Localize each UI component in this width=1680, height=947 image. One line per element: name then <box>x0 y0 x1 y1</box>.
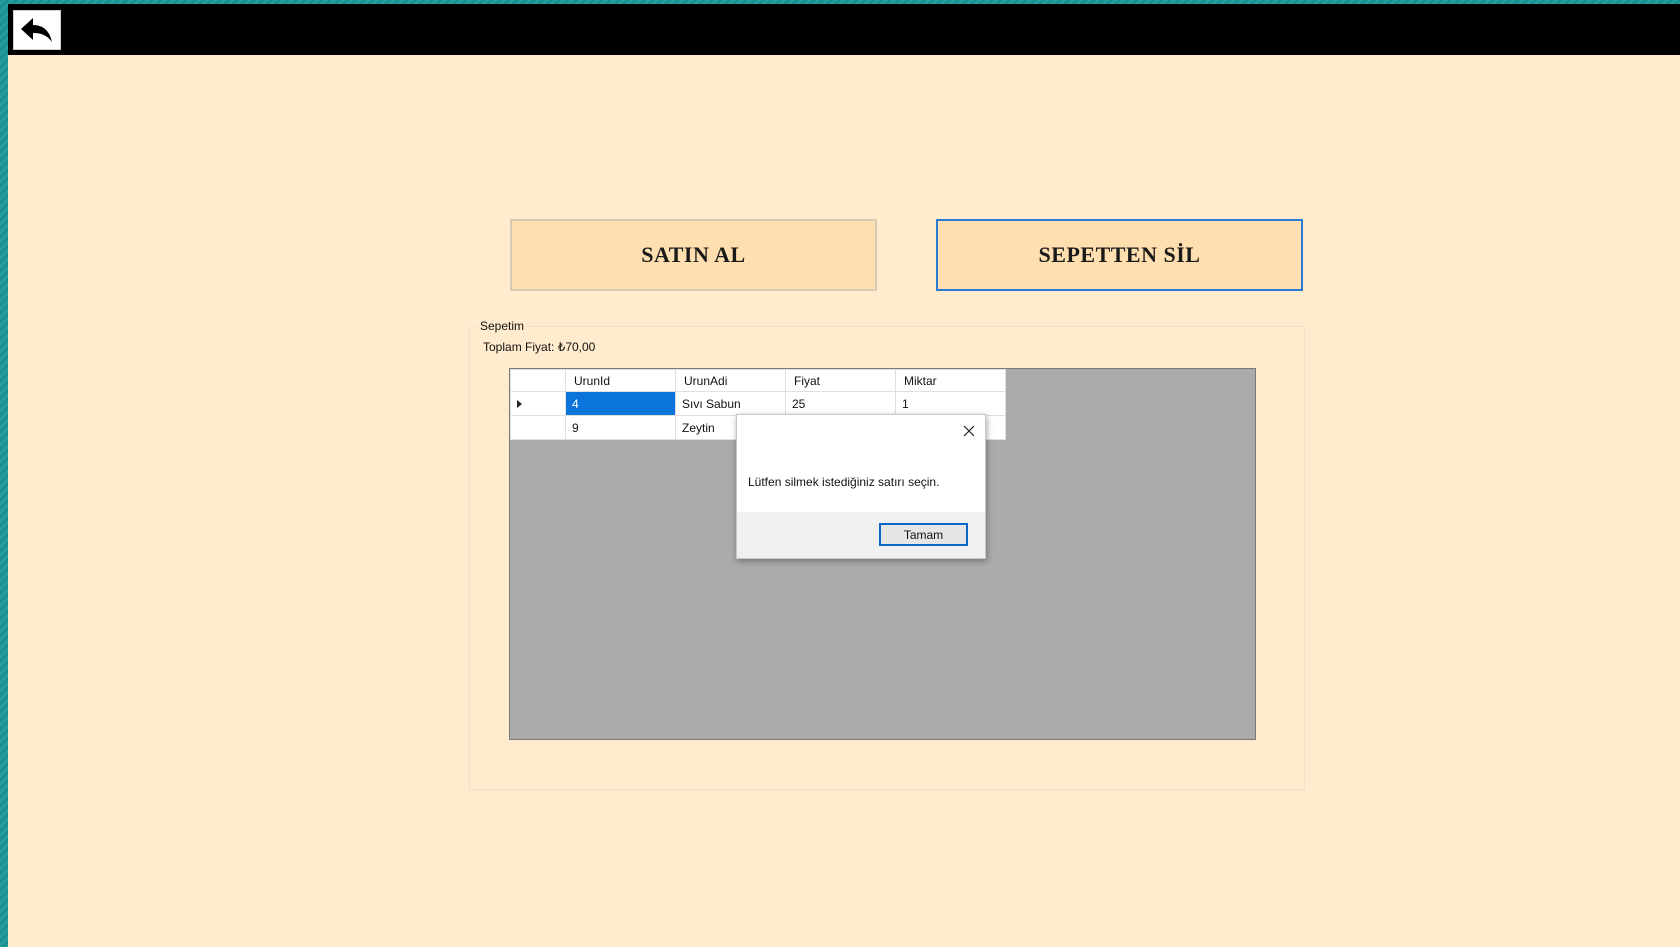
cell-urunid[interactable]: 4 <box>565 391 676 416</box>
back-button[interactable] <box>13 10 61 50</box>
dialog-footer: Tamam <box>737 512 985 558</box>
row-header-corner[interactable] <box>510 369 566 392</box>
column-header-urunid[interactable]: UrunId <box>565 369 676 392</box>
total-price-label: Toplam Fiyat: ₺70,00 <box>483 340 596 354</box>
cell-miktar[interactable]: 1 <box>895 391 1006 416</box>
dialog-ok-button[interactable]: Tamam <box>879 523 968 546</box>
dialog-close-button[interactable] <box>961 423 977 439</box>
buy-button[interactable]: SATIN AL <box>510 219 877 291</box>
row-header[interactable] <box>510 391 566 416</box>
cart-group-title: Sepetim <box>478 319 527 333</box>
close-icon <box>963 425 975 437</box>
column-header-urunadi[interactable]: UrunAdi <box>675 369 786 392</box>
column-header-fiyat[interactable]: Fiyat <box>785 369 896 392</box>
message-dialog: Lütfen silmek istediğiniz satırı seçin. … <box>736 414 986 559</box>
back-arrow-icon <box>21 18 52 42</box>
cell-fiyat[interactable]: 25 <box>785 391 896 416</box>
remove-from-cart-button[interactable]: SEPETTEN SİL <box>936 219 1303 291</box>
row-header[interactable] <box>510 415 566 440</box>
current-row-arrow-icon <box>517 399 522 408</box>
table-header-row: UrunId UrunAdi Fiyat Miktar <box>510 369 1006 392</box>
dialog-message: Lütfen silmek istediğiniz satırı seçin. <box>748 475 940 489</box>
column-header-miktar[interactable]: Miktar <box>895 369 1006 392</box>
table-row[interactable]: 4 Sıvı Sabun 25 1 <box>510 391 1006 416</box>
top-bar <box>8 4 1680 55</box>
cell-urunid[interactable]: 9 <box>565 415 676 440</box>
cell-urunadi[interactable]: Sıvı Sabun <box>675 391 786 416</box>
